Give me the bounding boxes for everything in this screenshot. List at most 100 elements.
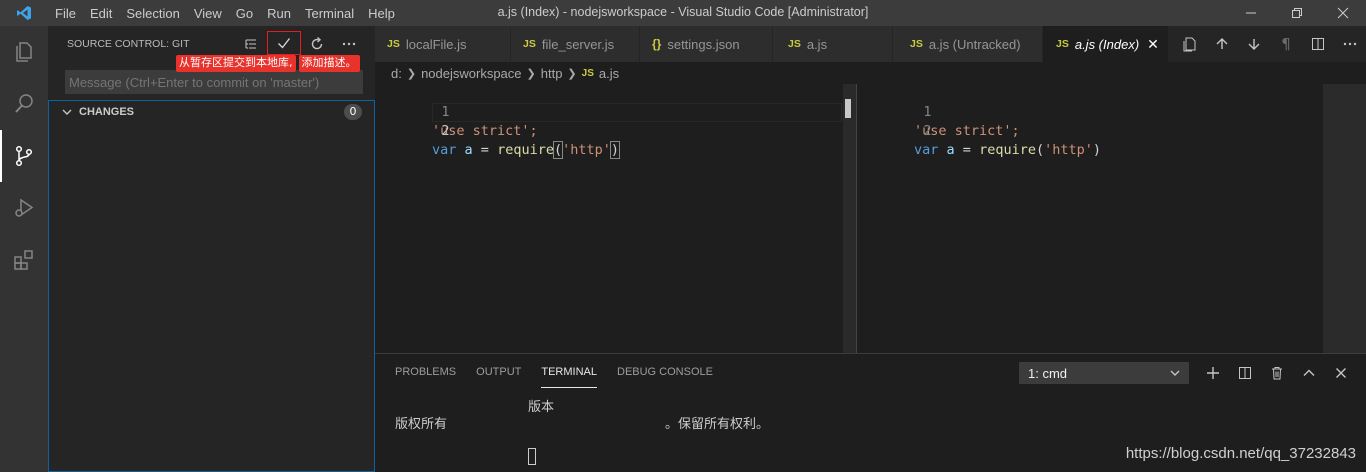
function-token: require bbox=[497, 142, 554, 158]
variable-token: a bbox=[946, 142, 955, 158]
tab-label: localFile.js bbox=[405, 36, 467, 52]
breadcrumb: d: ❯ nodejsworkspace ❯ http ❯ JS a.js bbox=[375, 62, 619, 84]
trash-icon[interactable] bbox=[1261, 360, 1293, 386]
watermark: https://blog.csdn.net/qq_37232843 bbox=[1125, 445, 1356, 462]
maximize-panel-icon[interactable] bbox=[1293, 360, 1325, 386]
string-token: 'http' bbox=[1044, 142, 1093, 158]
run-debug-icon[interactable] bbox=[0, 182, 48, 234]
changes-label: CHANGES bbox=[79, 105, 135, 118]
menu-run[interactable]: Run bbox=[260, 6, 298, 21]
split-editor-icon[interactable] bbox=[1302, 26, 1334, 62]
panel-actions bbox=[1197, 360, 1357, 386]
commit-message-input[interactable] bbox=[65, 70, 363, 94]
source-control-icon[interactable] bbox=[0, 130, 48, 182]
annotation-commit-text: 从暂存区提交到本地库, bbox=[176, 55, 296, 72]
code-line: 2 var a = require('http') bbox=[375, 103, 856, 159]
bracket-token: ( bbox=[552, 141, 564, 159]
view-as-tree-icon[interactable] bbox=[235, 30, 267, 58]
activity-bar bbox=[0, 26, 48, 472]
whitespace-icon[interactable]: ¶ bbox=[1270, 26, 1302, 62]
code-text: var a = require('http') bbox=[432, 141, 621, 160]
editor-pane-modified[interactable]: 1 'use strict'; 2 var a = require('http'… bbox=[857, 84, 1366, 353]
code-line: 1 'use strict'; bbox=[375, 84, 856, 139]
menu-help[interactable]: Help bbox=[361, 6, 402, 21]
changes-section-header[interactable]: CHANGES 0 bbox=[48, 100, 375, 122]
more-editor-actions-icon[interactable] bbox=[1334, 26, 1366, 62]
json-file-icon: {} bbox=[652, 37, 662, 51]
tab-file-server[interactable]: JS file_server.js bbox=[511, 26, 640, 62]
vscode-logo-icon bbox=[0, 0, 48, 26]
bracket-token: ) bbox=[1092, 142, 1102, 158]
function-token: require bbox=[979, 142, 1036, 158]
sidebar-title: SOURCE CONTROL: GIT bbox=[67, 38, 190, 50]
editor-pane-original[interactable]: 1 'use strict'; 2 var a = require('http'… bbox=[375, 84, 856, 353]
refresh-icon[interactable] bbox=[301, 30, 333, 58]
extensions-icon[interactable] bbox=[0, 234, 48, 286]
menu-view[interactable]: View bbox=[187, 6, 229, 21]
menu-selection[interactable]: Selection bbox=[119, 6, 186, 21]
chevron-down-icon bbox=[1170, 370, 1180, 376]
more-actions-icon[interactable] bbox=[333, 30, 365, 58]
panel-tabs: PROBLEMS OUTPUT TERMINAL DEBUG CONSOLE bbox=[395, 366, 713, 388]
tab-a-js-index[interactable]: JS a.js (Index) ✕ bbox=[1043, 26, 1169, 62]
sidebar-actions bbox=[235, 30, 365, 58]
keyword-token: var bbox=[432, 142, 457, 158]
breadcrumb-drive[interactable]: d: bbox=[391, 66, 402, 81]
menu-go[interactable]: Go bbox=[229, 6, 260, 21]
js-file-icon: JS bbox=[788, 38, 801, 50]
operator-token: = bbox=[954, 142, 980, 158]
js-file-icon: JS bbox=[387, 38, 400, 50]
explorer-icon[interactable] bbox=[0, 26, 48, 78]
new-terminal-icon[interactable] bbox=[1197, 360, 1229, 386]
breadcrumb-file[interactable]: a.js bbox=[599, 66, 619, 81]
breadcrumb-folder[interactable]: http bbox=[541, 66, 563, 81]
editor-actions: ¶ bbox=[1174, 26, 1366, 62]
tab-label: a.js (Untracked) bbox=[928, 36, 1021, 52]
js-file-icon: JS bbox=[581, 67, 594, 79]
tab-output[interactable]: OUTPUT bbox=[476, 366, 521, 388]
commit-check-icon[interactable] bbox=[267, 31, 301, 55]
next-change-icon[interactable] bbox=[1238, 26, 1270, 62]
code-line: 2 var a = require('http') bbox=[857, 103, 1366, 158]
search-icon[interactable] bbox=[0, 78, 48, 130]
changes-list bbox=[48, 122, 375, 472]
terminal-select[interactable]: 1: cmd bbox=[1019, 362, 1189, 384]
split-terminal-icon[interactable] bbox=[1229, 360, 1261, 386]
js-file-icon: JS bbox=[910, 38, 923, 50]
tab-label: a.js bbox=[806, 36, 828, 52]
tab-debug-console[interactable]: DEBUG CONSOLE bbox=[617, 366, 713, 388]
tab-terminal[interactable]: TERMINAL bbox=[541, 366, 597, 388]
restore-icon[interactable] bbox=[1274, 0, 1320, 26]
terminal-cursor bbox=[528, 448, 536, 465]
terminal-rights-text: 。保留所有权利。 bbox=[665, 417, 770, 432]
close-window-icon[interactable] bbox=[1320, 0, 1366, 26]
chevron-down-icon bbox=[62, 109, 72, 115]
code-text: var a = require('http') bbox=[914, 141, 1101, 160]
minimize-icon[interactable] bbox=[1228, 0, 1274, 26]
close-tab-icon[interactable]: ✕ bbox=[1147, 36, 1159, 53]
close-panel-icon[interactable] bbox=[1325, 360, 1357, 386]
menu-terminal[interactable]: Terminal bbox=[298, 6, 361, 21]
tab-label: settings.json bbox=[667, 36, 740, 52]
editor-scrollbar[interactable] bbox=[843, 84, 856, 353]
menu-bar: File Edit Selection View Go Run Terminal… bbox=[48, 0, 402, 26]
breadcrumb-workspace[interactable]: nodejsworkspace bbox=[421, 66, 521, 81]
open-file-icon[interactable] bbox=[1174, 26, 1206, 62]
menu-edit[interactable]: Edit bbox=[83, 6, 119, 21]
tab-localfile[interactable]: JS localFile.js bbox=[375, 26, 511, 62]
terminal-version-text: 版本 bbox=[528, 400, 555, 415]
previous-change-icon[interactable] bbox=[1206, 26, 1238, 62]
string-token: 'http' bbox=[562, 142, 611, 158]
tab-a-js-untracked[interactable]: JS a.js (Untracked) bbox=[893, 26, 1043, 62]
menu-file[interactable]: File bbox=[48, 6, 83, 21]
tab-a-js[interactable]: JS a.js bbox=[773, 26, 893, 62]
js-file-icon: JS bbox=[523, 38, 536, 50]
tab-settings-json[interactable]: {} settings.json bbox=[640, 26, 773, 62]
terminal-copyright-text: 版权所有 bbox=[395, 417, 448, 432]
editor-scrollbar-right[interactable] bbox=[1323, 84, 1366, 353]
tab-label: a.js (Index) bbox=[1074, 36, 1140, 52]
scrollbar-thumb[interactable] bbox=[845, 99, 851, 118]
tab-problems[interactable]: PROBLEMS bbox=[395, 366, 456, 388]
terminal-select-value: 1: cmd bbox=[1028, 365, 1068, 381]
line-number: 2 bbox=[441, 123, 450, 139]
